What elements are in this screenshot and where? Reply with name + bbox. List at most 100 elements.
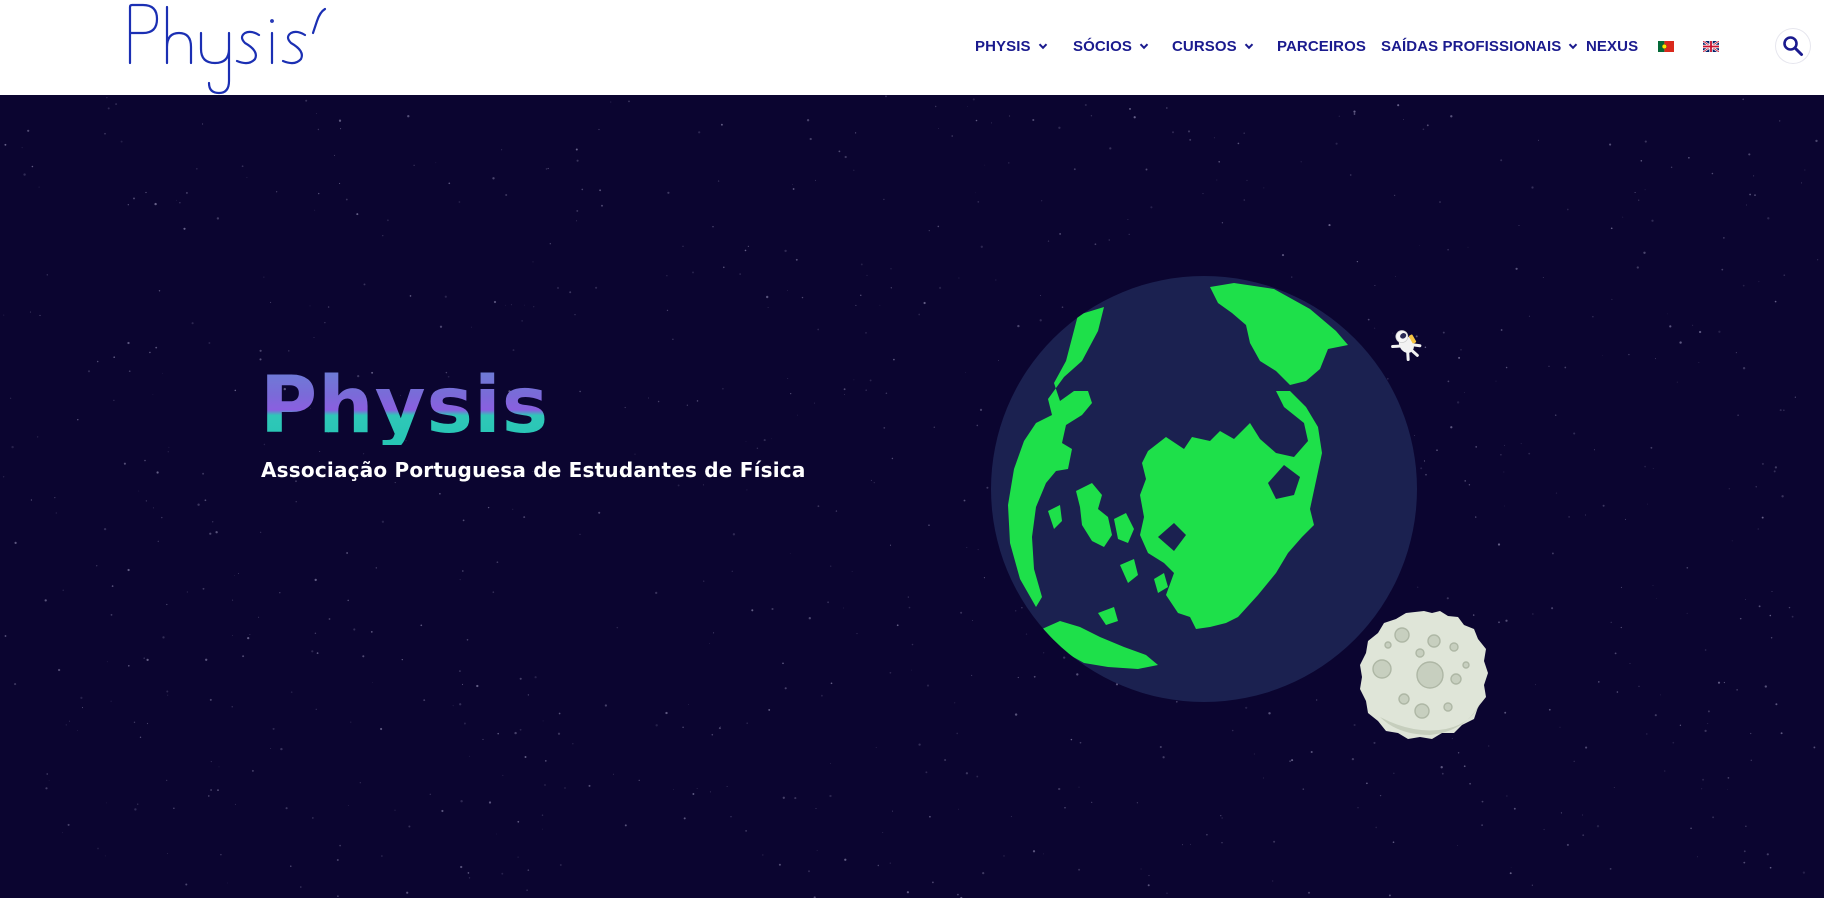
star [492,177,495,180]
star [1686,567,1689,569]
star [979,408,983,412]
star [39,314,41,316]
star [96,360,99,363]
star [1447,380,1450,383]
star [726,786,728,788]
star [1136,802,1139,804]
star [843,607,845,609]
star [918,743,921,746]
search-button[interactable] [1776,29,1810,63]
star [1084,103,1087,107]
star [612,773,614,775]
star [1636,266,1639,269]
pt-flag-icon[interactable] [1658,41,1674,52]
star [1268,712,1271,715]
star [911,643,914,646]
uk-flag-icon[interactable] [1703,41,1719,52]
nav-item-nexus[interactable]: NEXUS [1586,36,1638,56]
star [1393,772,1395,774]
star [1246,179,1248,181]
nav-item-socios[interactable]: SÓCIOS [1073,36,1150,56]
star [972,620,973,621]
star [624,824,627,827]
star [11,445,14,449]
star [935,105,937,108]
star [149,351,151,354]
star [923,301,926,305]
star [1779,409,1782,412]
star [441,809,444,813]
star [843,388,846,391]
nav-item-label: CURSOS [1172,37,1237,55]
star [1302,788,1305,790]
star [1206,833,1208,836]
star [787,290,788,291]
star [829,794,832,798]
star [956,893,959,896]
star [1469,782,1471,785]
star [1749,193,1751,196]
star [1010,816,1012,818]
star [610,101,612,103]
star [57,668,61,672]
star [482,738,484,740]
star [54,496,56,499]
star [1779,120,1781,122]
star [856,633,858,635]
star [686,404,688,406]
star [1310,750,1313,754]
star [1697,856,1698,858]
star [657,400,660,403]
star [1441,772,1444,775]
star [1064,807,1066,809]
star [1140,868,1142,870]
hero-section: Physis Associação Portuguesa de Estudant… [0,95,1824,900]
star [501,872,504,875]
star [928,524,930,526]
nav-item-cursos[interactable]: CURSOS [1172,36,1255,56]
star [471,326,472,328]
star [1456,401,1460,404]
nav-item-saidas-profissionais[interactable]: SAÍDAS PROFISSIONAIS [1381,36,1579,56]
star [1059,233,1061,235]
star [1758,605,1761,608]
star [517,856,519,858]
star [501,149,503,151]
star [1555,492,1558,494]
star [865,389,867,392]
star [1761,462,1764,465]
star [1758,281,1760,283]
star [939,286,942,289]
star [1702,778,1705,781]
star [1548,365,1550,367]
star [977,549,979,551]
star [363,453,365,455]
nav-item-label: PHYSIS [975,37,1031,55]
star [954,702,956,704]
star [452,705,454,707]
star [688,704,689,706]
star [346,552,349,554]
star [1481,800,1484,803]
star [202,587,205,590]
star [1686,612,1688,614]
site-header: PHYSIS SÓCIOS CURSOS PARCEIROS SAÍDAS PR… [0,0,1824,95]
nav-item-parceiros[interactable]: PARCEIROS [1277,36,1366,56]
star [1781,495,1784,498]
star [155,346,158,349]
star [575,220,577,222]
star [45,787,48,790]
star [38,186,40,188]
star [493,300,497,304]
star [1520,443,1522,445]
nav-item-physis[interactable]: PHYSIS [975,36,1049,56]
star [827,601,829,604]
star [683,817,686,820]
star [249,634,251,635]
star [718,727,721,730]
moon-illustration [1360,611,1488,739]
star [1457,752,1460,754]
star [1335,142,1338,145]
star [1783,409,1785,411]
star [1446,597,1449,600]
